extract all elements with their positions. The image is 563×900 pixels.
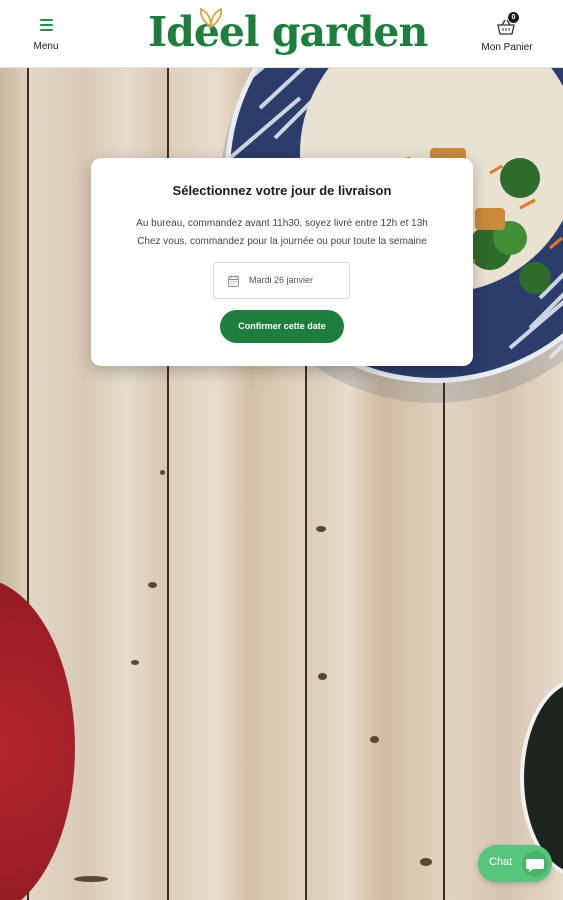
cart-count-badge: 0 xyxy=(508,12,519,23)
delivery-date-picker[interactable]: Mardi 26 janvier xyxy=(213,262,350,299)
logo-leaf-icon xyxy=(199,7,223,28)
chat-button[interactable]: Chat xyxy=(478,845,552,882)
menu-label: Menu xyxy=(33,41,59,52)
logo-text: Ideel garden xyxy=(148,8,428,56)
calendar-icon xyxy=(228,275,239,287)
hamburger-icon xyxy=(39,19,53,31)
modal-title: Sélectionnez votre jour de livraison xyxy=(172,183,392,198)
chat-label: Chat xyxy=(489,856,513,868)
delivery-date-value: Mardi 26 janvier xyxy=(249,275,314,285)
confirm-date-button[interactable]: Confirmer cette date xyxy=(220,310,344,343)
home-delivery-info: Chez vous, commandez pour la journée ou … xyxy=(137,236,427,247)
logo[interactable]: Ideel garden xyxy=(148,6,428,62)
cart-button[interactable]: 0 Mon Panier xyxy=(474,12,540,58)
delivery-date-modal: Sélectionnez votre jour de livraison Au … xyxy=(91,158,473,366)
header: Menu Ideel garden 0 Mon Panier xyxy=(0,0,563,68)
chat-bubble-icon xyxy=(522,851,548,877)
menu-button[interactable]: Menu xyxy=(22,14,70,58)
office-delivery-info: Au bureau, commandez avant 11h30, soyez … xyxy=(136,218,428,229)
cart-label: Mon Panier xyxy=(481,42,533,53)
